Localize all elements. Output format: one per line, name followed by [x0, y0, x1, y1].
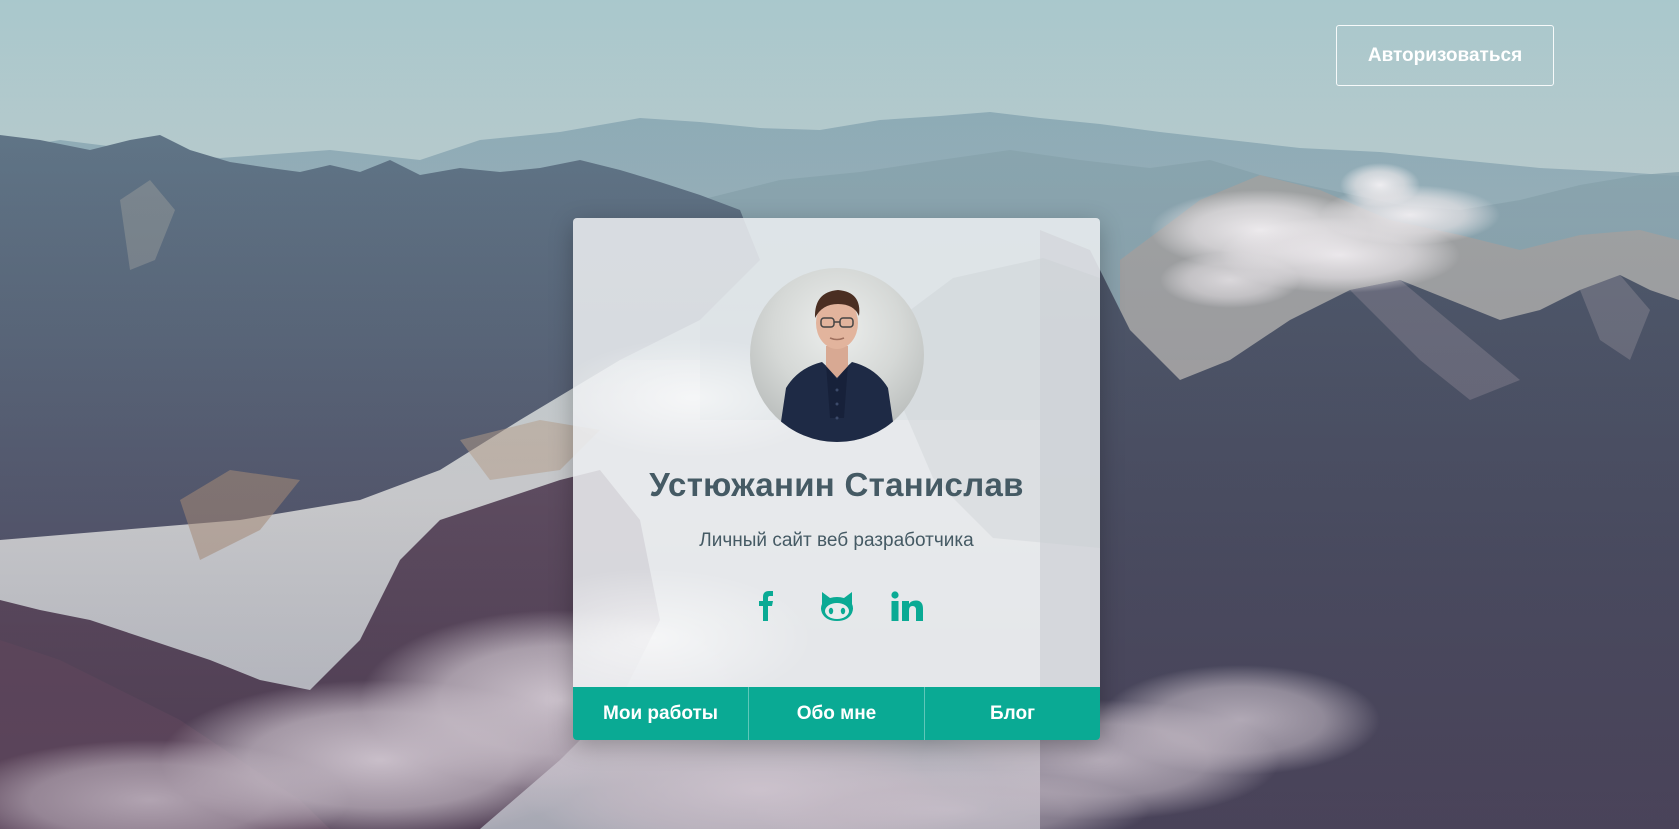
linkedin-icon [890, 591, 923, 621]
facebook-icon [758, 591, 773, 621]
nav-blog[interactable]: Блог [925, 687, 1100, 740]
profile-card: Устюжанин Станислав Личный сайт веб разр… [573, 218, 1100, 740]
avatar [750, 268, 924, 442]
card-nav: Мои работы Обо мне Блог [573, 687, 1100, 740]
card-body: Устюжанин Станислав Личный сайт веб разр… [573, 218, 1100, 687]
github-icon [820, 592, 853, 621]
page: Авторизоваться Устюжанин Станислав Личны… [0, 0, 1679, 829]
github-link[interactable] [817, 586, 857, 626]
nav-about-me[interactable]: Обо мне [749, 687, 925, 740]
owner-name: Устюжанин Станислав [649, 466, 1024, 503]
social-links [573, 586, 1100, 632]
auth-button[interactable]: Авторизоваться [1336, 25, 1554, 86]
linkedin-link[interactable] [887, 586, 927, 626]
avatar-photo [778, 290, 896, 442]
facebook-link[interactable] [747, 586, 787, 626]
nav-my-works[interactable]: Мои работы [573, 687, 749, 740]
site-subtitle: Личный сайт веб разработчика [699, 530, 974, 551]
